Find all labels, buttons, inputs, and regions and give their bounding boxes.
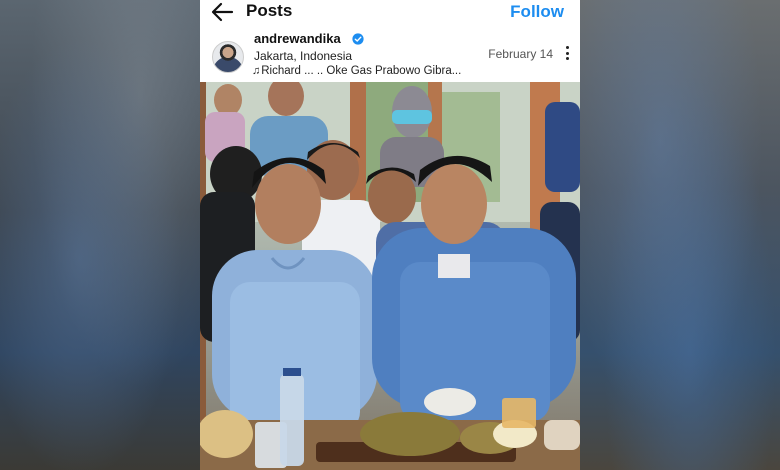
post-header: andrewandika Jakarta, Indonesia ♫Richard… — [200, 28, 580, 82]
post-date: February 14 — [488, 47, 553, 61]
more-options-icon[interactable] — [563, 46, 571, 64]
music-track-label: Richard ... .. Oke Gas Prabowo Gibra... — [261, 65, 462, 77]
location-link[interactable]: Jakarta, Indonesia — [254, 49, 352, 63]
music-note-icon: ♫ — [252, 65, 261, 77]
post-photo[interactable] — [200, 82, 580, 470]
verified-badge-icon — [352, 33, 364, 45]
top-bar: Posts Follow — [200, 0, 580, 26]
back-arrow-icon[interactable] — [210, 2, 234, 22]
username[interactable]: andrewandika — [254, 31, 341, 46]
avatar[interactable] — [212, 41, 244, 73]
blurred-background-right — [580, 0, 780, 470]
page-title: Posts — [246, 1, 293, 20]
instagram-post-screen: Posts Follow andrewandika Jakarta, Indon… — [200, 0, 580, 470]
blurred-background-left — [0, 0, 200, 470]
follow-button[interactable]: Follow — [510, 2, 564, 22]
post-photo-illustration — [200, 82, 580, 470]
music-track[interactable]: ♫Richard ... .. Oke Gas Prabowo Gibra... — [252, 65, 461, 77]
